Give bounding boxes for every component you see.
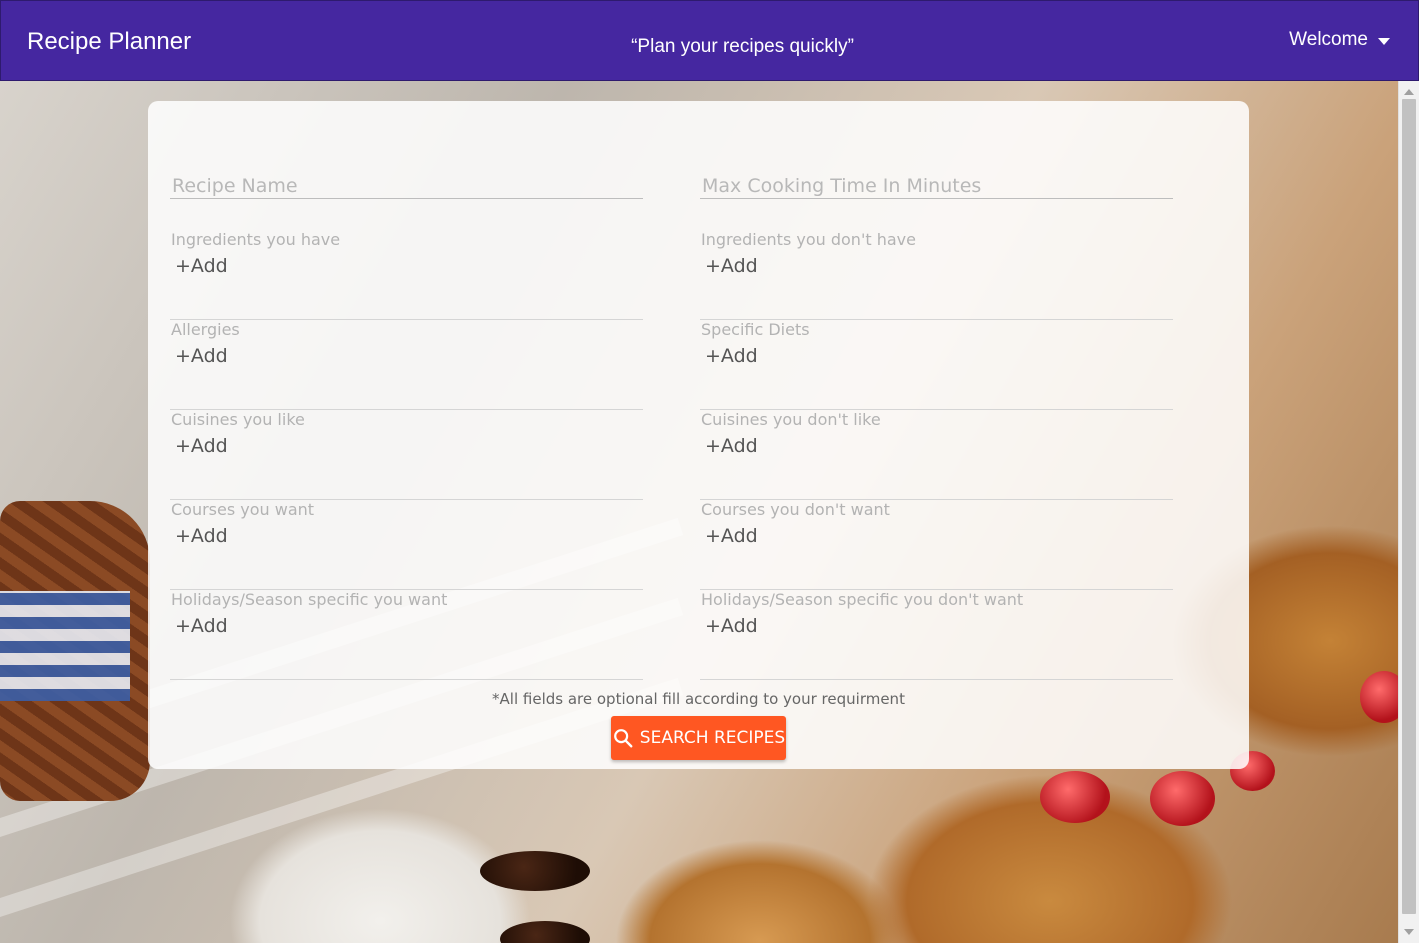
ingredients-have-field: Ingredients you have +Add xyxy=(170,230,643,320)
max-cooking-time-input[interactable] xyxy=(700,173,1173,199)
ingredients-dont-have-field: Ingredients you don't have +Add xyxy=(700,230,1173,320)
add-allergy-button[interactable]: +Add xyxy=(175,345,228,367)
search-recipes-label: SEARCH RECIPES xyxy=(639,728,786,748)
holidays-want-field: Holidays/Season specific you want +Add xyxy=(170,590,643,680)
search-icon xyxy=(613,729,633,748)
add-course-want-button[interactable]: +Add xyxy=(175,525,228,547)
cuisines-like-field: Cuisines you like +Add xyxy=(170,410,643,500)
field-label: Cuisines you don't like xyxy=(701,410,881,429)
vertical-scrollbar[interactable] xyxy=(1398,81,1419,943)
allergies-field: Allergies +Add xyxy=(170,320,643,410)
field-label: Allergies xyxy=(171,320,240,339)
napkin-decor xyxy=(0,591,130,701)
search-recipes-button[interactable]: SEARCH RECIPES xyxy=(611,716,786,760)
add-cuisine-dont-like-button[interactable]: +Add xyxy=(705,435,758,457)
cuisines-dont-like-field: Cuisines you don't like +Add xyxy=(700,410,1173,500)
field-label: Ingredients you have xyxy=(171,230,341,249)
field-label: Cuisines you like xyxy=(171,410,305,429)
scroll-up-arrow-icon[interactable] xyxy=(1404,89,1414,95)
scroll-thumb[interactable] xyxy=(1402,99,1416,914)
caret-down-icon xyxy=(1378,38,1390,45)
courses-want-field: Courses you want +Add xyxy=(170,500,643,590)
user-menu-label: Welcome xyxy=(1289,29,1368,50)
add-holiday-dont-want-button[interactable]: +Add xyxy=(705,615,758,637)
add-holiday-want-button[interactable]: +Add xyxy=(175,615,228,637)
add-diet-button[interactable]: +Add xyxy=(705,345,758,367)
app-tagline: “Plan your recipes quickly” xyxy=(631,36,854,57)
add-ingredient-dont-have-button[interactable]: +Add xyxy=(705,255,758,277)
user-menu-button[interactable]: Welcome xyxy=(1289,29,1390,51)
scroll-down-arrow-icon[interactable] xyxy=(1404,929,1414,935)
specific-diets-field: Specific Diets +Add xyxy=(700,320,1173,410)
courses-dont-want-field: Courses you don't want +Add xyxy=(700,500,1173,590)
add-ingredient-have-button[interactable]: +Add xyxy=(175,255,228,277)
recipe-search-form: Ingredients you have +Add Ingredients yo… xyxy=(148,101,1249,769)
holidays-dont-want-field: Holidays/Season specific you don't want … xyxy=(700,590,1173,680)
add-course-dont-want-button[interactable]: +Add xyxy=(705,525,758,547)
field-label: Holidays/Season specific you don't want xyxy=(701,590,1024,609)
field-label: Courses you want xyxy=(171,500,315,519)
field-label: Courses you don't want xyxy=(701,500,890,519)
add-cuisine-like-button[interactable]: +Add xyxy=(175,435,228,457)
field-label: Specific Diets xyxy=(701,320,810,339)
field-label: Ingredients you don't have xyxy=(701,230,916,249)
field-label: Holidays/Season specific you want xyxy=(171,590,448,609)
top-app-bar: Recipe Planner “Plan your recipes quickl… xyxy=(0,0,1419,81)
optional-fields-note: *All fields are optional fill according … xyxy=(492,690,905,708)
recipe-name-input[interactable] xyxy=(170,173,643,199)
